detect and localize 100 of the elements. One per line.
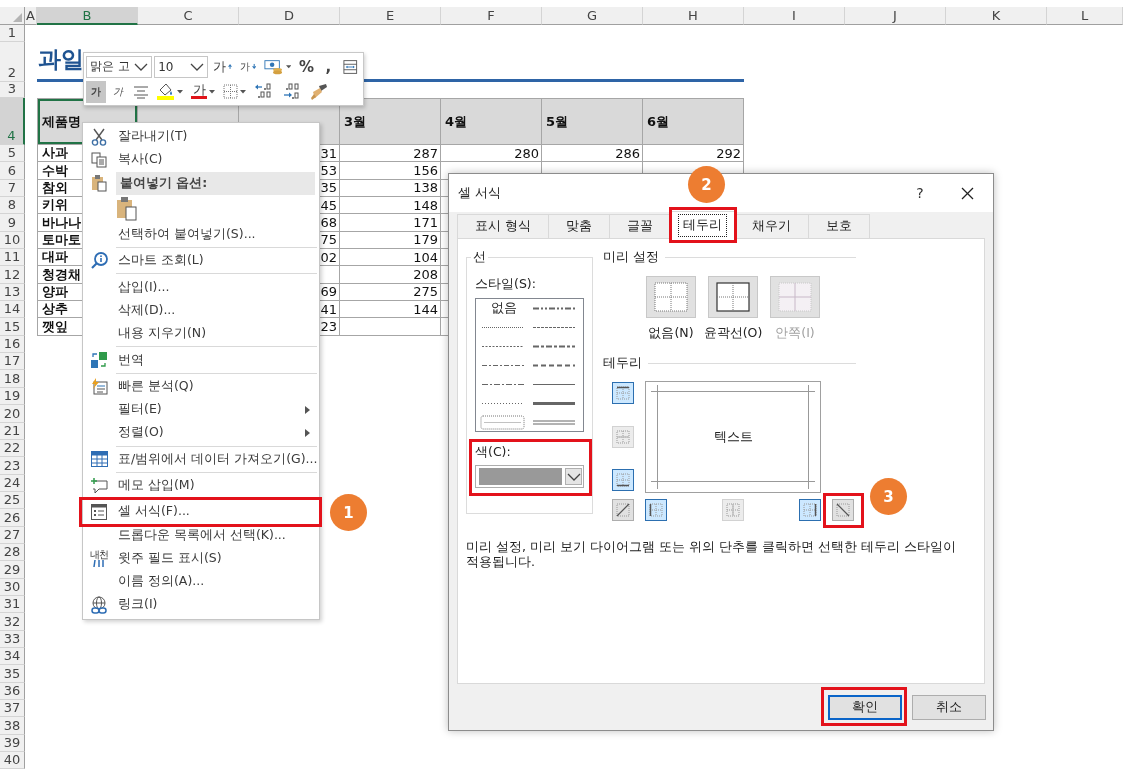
column-header[interactable]: F [441, 7, 542, 25]
table-icon [90, 451, 108, 468]
tab[interactable]: 보호 [808, 214, 870, 238]
column-header[interactable]: L [1047, 7, 1123, 25]
border-button[interactable] [612, 382, 634, 404]
magnifier-icon [90, 252, 108, 270]
row-header[interactable]: 8 [0, 197, 25, 215]
tab[interactable]: 테두리 [670, 211, 735, 239]
row-header[interactable]: 17 [0, 353, 25, 371]
border-side-icon [649, 503, 663, 517]
row-header[interactable]: 3 [0, 82, 25, 98]
column-header[interactable]: J [845, 7, 946, 25]
shrink-font-button[interactable]: 가 [236, 55, 260, 78]
row-header[interactable]: 5 [0, 145, 25, 163]
tab[interactable]: 표시 형식 [457, 214, 549, 238]
menu-item[interactable]: 메모 삽입(M) [83, 473, 319, 498]
caret-icon [240, 89, 246, 94]
column-header[interactable]: B [37, 7, 138, 25]
column-header[interactable]: K [946, 7, 1047, 25]
table-cell: 144 [340, 301, 441, 319]
menu-item[interactable]: 필터(E) [83, 397, 319, 422]
menu-item[interactable]: 번역 [83, 348, 319, 372]
chevron-icon [134, 62, 149, 71]
menu-item[interactable]: 빠른 분석(Q) [83, 374, 319, 398]
border-button[interactable] [612, 469, 634, 491]
menu-item[interactable]: 내천 윗주 필드 표시(S) [83, 546, 319, 571]
column-header[interactable]: E [340, 7, 441, 25]
menu-item[interactable]: 드롭다운 목록에서 선택(K)... [83, 523, 319, 547]
row-header[interactable]: 40 [0, 752, 25, 770]
border-button[interactable] [645, 499, 667, 521]
menu-item[interactable]: 링크(I) [83, 593, 319, 617]
line-style-option[interactable] [479, 413, 527, 432]
row-header[interactable]: 38 [0, 717, 25, 735]
grow-font-button[interactable]: 가 [209, 55, 235, 78]
line-style-option[interactable]: 없음 [479, 299, 530, 318]
close-icon [960, 186, 974, 200]
up-arrow-icon [227, 63, 232, 70]
quick-analysis-icon [90, 377, 108, 395]
column-header[interactable]: A [25, 7, 37, 25]
dialog-button[interactable]: 확인 [828, 695, 902, 720]
row-header[interactable]: 6 [0, 162, 25, 180]
percent-button[interactable]: % [296, 55, 317, 78]
preset-button[interactable] [708, 276, 758, 318]
border-side-icon [726, 503, 740, 517]
row-header[interactable]: 15 [0, 318, 25, 336]
row-header[interactable]: 18 [0, 370, 25, 388]
step-badge: 1 [330, 494, 367, 531]
row-header[interactable]: 35 [0, 665, 25, 683]
font-select[interactable]: 맑은 고 [86, 55, 153, 78]
border-button[interactable] [799, 499, 821, 521]
border-side-icon [616, 429, 630, 444]
menu-item[interactable]: 표/범위에서 데이터 가져오기(G)... [83, 447, 319, 471]
table-cell: 208 [340, 266, 441, 284]
preview-text: 텍스트 [713, 428, 753, 446]
money-icon [264, 57, 285, 76]
menu-item[interactable]: 이름 정의(A)... [83, 570, 319, 594]
row-header[interactable]: 4 [0, 98, 25, 145]
menu-item[interactable]: 셀 서식(F)... [83, 500, 319, 524]
row-header[interactable]: 23 [0, 457, 25, 475]
paste-icon[interactable] [116, 195, 138, 222]
column-header[interactable]: H [643, 7, 744, 25]
row-header[interactable]: 29 [0, 561, 25, 579]
row-header[interactable]: 20 [0, 405, 25, 423]
table-cell: 156 [340, 162, 441, 180]
column-header[interactable]: C [138, 7, 239, 25]
bold-button[interactable]: 가 [86, 80, 106, 103]
column-header[interactable]: I [744, 7, 845, 25]
row-header[interactable]: 32 [0, 613, 25, 631]
table-cell: 171 [340, 214, 441, 232]
row-header[interactable]: 1 [0, 25, 25, 42]
submenu-arrow-icon [305, 428, 310, 437]
row-header[interactable]: 9 [0, 214, 25, 232]
row-header[interactable]: 26 [0, 509, 25, 527]
preset-label: 안쪽(I) [775, 325, 815, 342]
header-cell: 3월 [340, 98, 441, 145]
decrease-decimal-icon [282, 83, 302, 100]
dialog-button[interactable]: 취소 [912, 695, 986, 720]
row-header[interactable]: 11 [0, 249, 25, 267]
fill-bucket-icon [157, 83, 175, 100]
font-color-button[interactable]: 가 [188, 80, 218, 103]
row-header[interactable]: 14 [0, 301, 25, 319]
border-side-icon [836, 503, 850, 517]
help-button[interactable]: ? [905, 178, 935, 208]
column-header[interactable]: G [542, 7, 643, 25]
align-center-icon [133, 84, 149, 99]
border-button[interactable] [612, 499, 634, 521]
row-header[interactable]: 12 [0, 266, 25, 284]
border-button[interactable] [832, 499, 854, 521]
color-dropdown[interactable] [475, 465, 584, 488]
font-size-select[interactable]: 10 [154, 55, 208, 78]
header-cell: 6월 [643, 98, 744, 145]
comma-button[interactable]: , [318, 55, 339, 78]
border-preview[interactable]: 텍스트 [645, 381, 821, 493]
section-title: 미리 설정 [603, 249, 659, 266]
preset-grid-icon [778, 282, 812, 312]
submenu-arrow-icon [305, 405, 310, 414]
row-header[interactable]: 37 [0, 700, 25, 718]
row-header[interactable]: 2 [0, 42, 25, 82]
column-header[interactable]: D [239, 7, 340, 25]
menu-item[interactable]: 정렬(O) [83, 421, 319, 445]
